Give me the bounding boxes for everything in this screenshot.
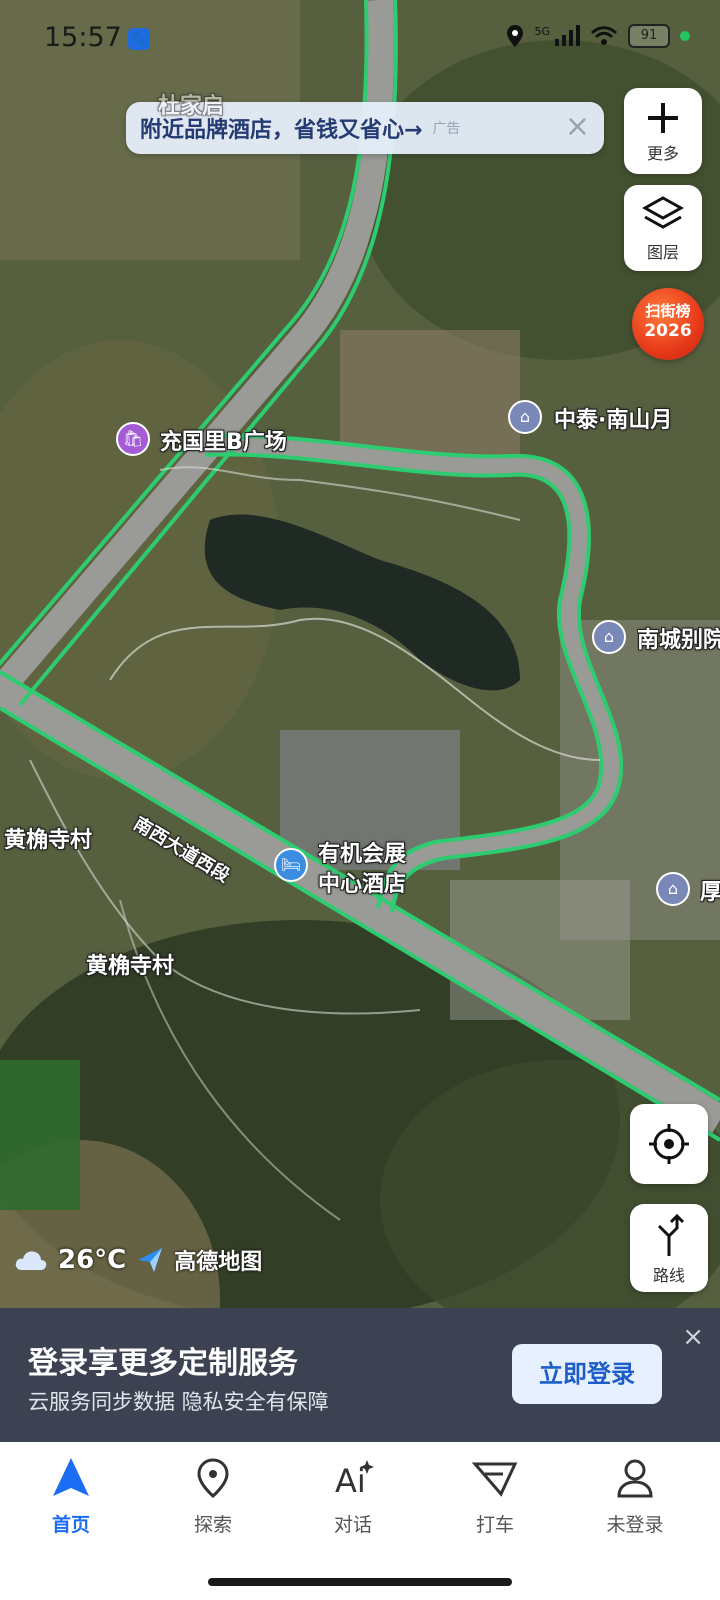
login-button[interactable]: 立即登录 (512, 1344, 662, 1404)
amap-logo-icon (138, 1248, 163, 1272)
tab-taxi[interactable]: 打车 (440, 1456, 550, 1537)
login-subtitle: 云服务同步数据 隐私安全有保障 (28, 1390, 329, 1414)
poi-plaza[interactable]: 充国里B广场 (160, 424, 287, 456)
plus-icon (648, 103, 678, 133)
tab-label: 未登录 (606, 1514, 664, 1536)
layers-label: 图层 (646, 243, 679, 262)
route-button[interactable]: 路线 (630, 1204, 708, 1292)
shopping-bag-icon[interactable]: 🛍 (116, 422, 150, 456)
privacy-dot (680, 31, 690, 41)
close-icon[interactable]: × (682, 1322, 704, 1352)
brand-logo-text: 高德地图 (174, 1250, 263, 1275)
residential-icon[interactable]: ⌂ (592, 620, 626, 654)
street-ranking-badge[interactable]: 扫街榜 2026 (632, 288, 704, 360)
cloud-icon (15, 1251, 47, 1270)
status-bar: 15:57 🐾 5G 91 (0, 18, 720, 62)
login-promo-panel: 登录享更多定制服务 云服务同步数据 隐私安全有保障 立即登录 × (0, 1308, 720, 1442)
tab-label: 对话 (333, 1514, 372, 1536)
poi-hotel-line1[interactable]: 有机会展 (318, 836, 406, 868)
tab-label: 首页 (51, 1514, 90, 1536)
poi-nancheng[interactable]: 南城别院 (637, 622, 720, 654)
network-type: 5G (534, 24, 550, 38)
temperature: 26°C (58, 1245, 127, 1275)
tab-home[interactable]: 首页 (16, 1456, 126, 1537)
wifi-icon (590, 26, 618, 45)
hotel-icon[interactable]: 🛏 (274, 848, 308, 882)
more-button[interactable]: 更多 (624, 88, 702, 174)
crosshair-icon (649, 1124, 689, 1164)
village-label: 黄桷寺村 (4, 828, 93, 853)
svg-text:Ai: Ai (335, 1462, 366, 1500)
residential-icon[interactable]: ⌂ (508, 400, 542, 434)
poi-hotel-line2[interactable]: 中心酒店 (318, 866, 406, 898)
status-right: 5G 91 (506, 24, 690, 48)
route-icon (657, 1213, 685, 1256)
ad-tag: 广告 (432, 121, 461, 137)
badge-line1: 扫街榜 (645, 302, 691, 320)
village-label: 黄桷寺村 (86, 954, 175, 979)
locate-button[interactable] (630, 1104, 708, 1184)
ai-icon: Ai (335, 1460, 374, 1500)
tab-profile[interactable]: 未登录 (580, 1456, 690, 1537)
layers-button[interactable]: 图层 (624, 185, 702, 271)
location-pin-icon (197, 1458, 229, 1498)
location-icon (507, 25, 524, 47)
residential-icon[interactable]: ⌂ (656, 872, 690, 906)
user-icon (617, 1459, 653, 1498)
poi-hou[interactable]: 厚 (700, 874, 720, 906)
paw-icon: 🐾 (128, 28, 150, 50)
signal-icon (555, 25, 580, 46)
home-indicator (208, 1578, 512, 1586)
bottom-tab-bar: 首页 探索 Ai 对话 打车 未登录 (0, 1442, 720, 1600)
battery-icon: 91 (628, 24, 670, 48)
taxi-icon (471, 1462, 518, 1497)
status-time: 15:57 (44, 22, 122, 53)
layers-icon (641, 196, 685, 229)
route-label: 路线 (652, 1266, 685, 1285)
tab-explore[interactable]: 探索 (158, 1456, 268, 1537)
tab-chat[interactable]: Ai 对话 (298, 1456, 408, 1537)
close-icon[interactable]: × (565, 112, 590, 142)
weather-widget[interactable]: 26°C 高德地图 (14, 1244, 262, 1276)
tab-label: 打车 (475, 1514, 514, 1536)
badge-line2: 2026 (644, 321, 692, 341)
navigation-arrow-icon (53, 1458, 89, 1496)
more-label: 更多 (646, 144, 679, 163)
tab-label: 探索 (193, 1514, 232, 1536)
map-label-top-village: 杜家启 (158, 94, 225, 119)
poi-zhongtai[interactable]: 中泰·南山月 (554, 402, 672, 434)
login-title: 登录享更多定制服务 (28, 1346, 298, 1381)
